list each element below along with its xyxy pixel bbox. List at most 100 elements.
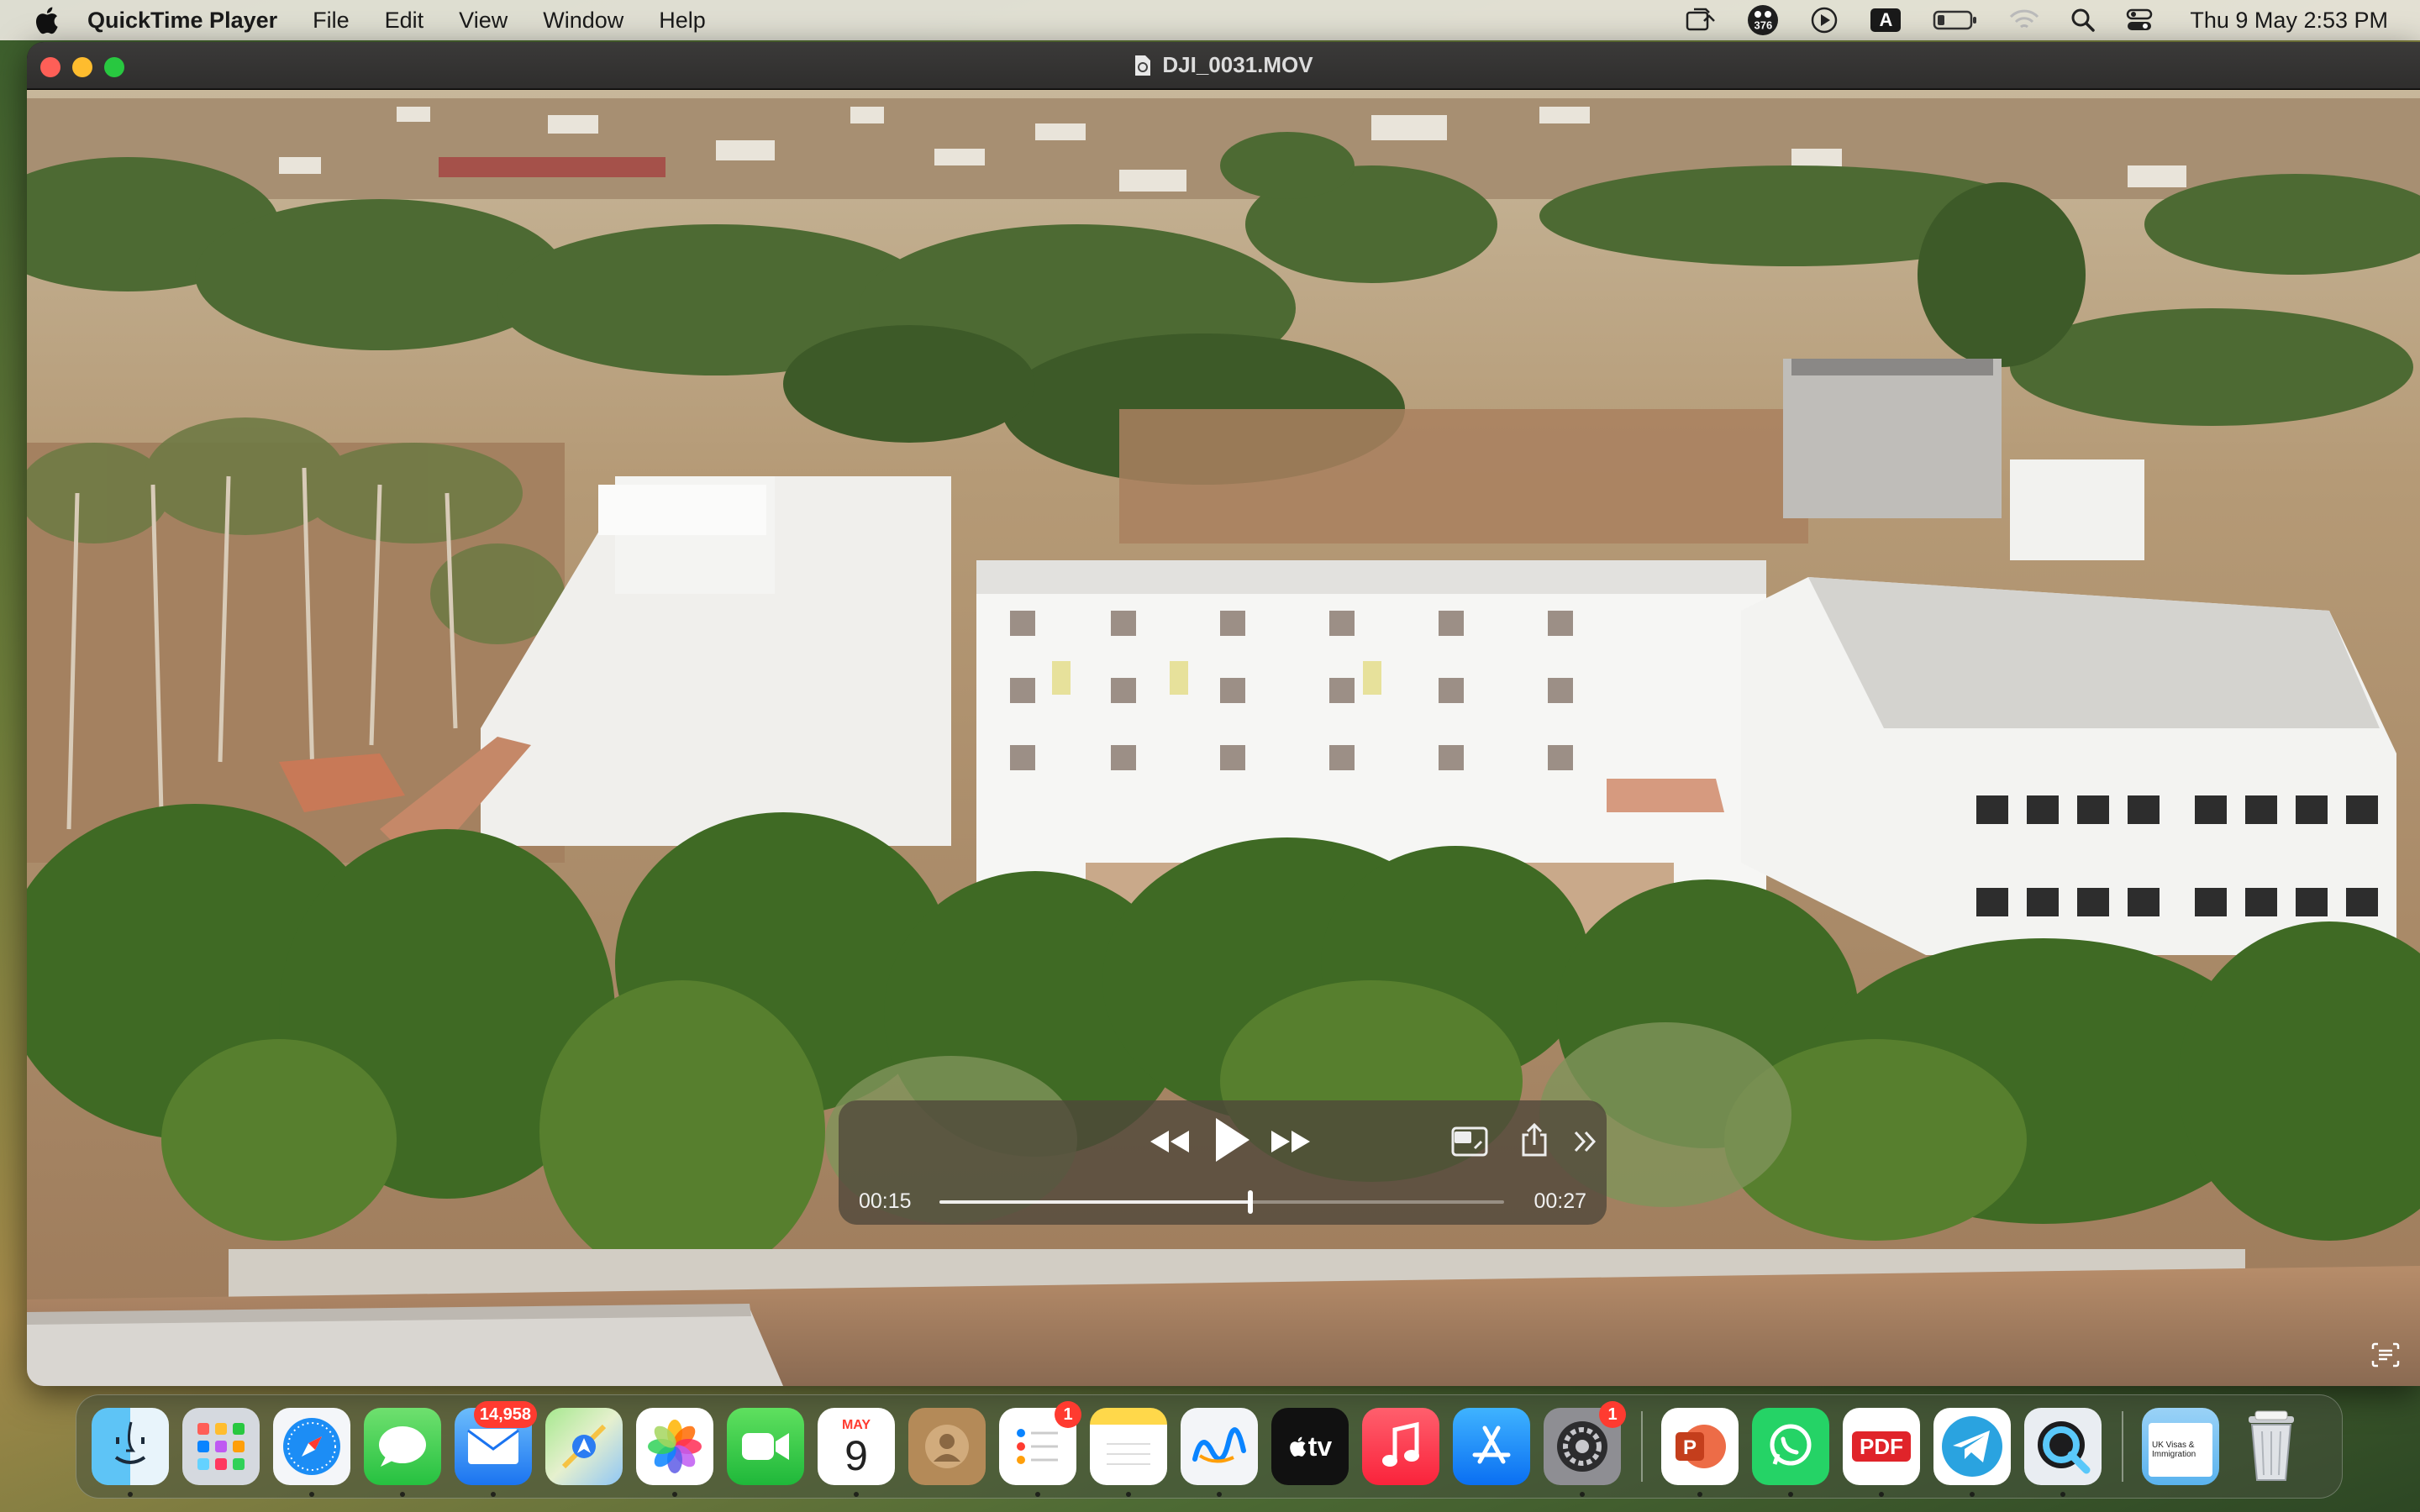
running-indicator — [1580, 1492, 1585, 1497]
playback-controls: 00:15 00:27 — [839, 1100, 1607, 1225]
dock-contacts[interactable] — [908, 1408, 986, 1485]
window-titlebar[interactable]: DJI_0031.MOV — [27, 42, 2420, 89]
quicktime-q-icon — [2038, 1421, 2091, 1474]
running-indicator — [1788, 1492, 1793, 1497]
dock-powerpoint[interactable]: P — [1661, 1408, 1739, 1497]
running-indicator — [309, 1492, 314, 1497]
photos-flower-icon — [648, 1420, 702, 1473]
wifi-icon[interactable] — [2008, 8, 2040, 33]
music-note-icon — [1382, 1421, 1419, 1467]
freeform-squiggle-icon — [1192, 1427, 1246, 1463]
keyboard-letter: A — [1879, 9, 1893, 30]
dock-separator-2 — [2122, 1411, 2123, 1482]
menu-help[interactable]: Help — [659, 8, 706, 34]
movie-document-icon — [1135, 55, 1151, 76]
notes-lines-icon — [1107, 1443, 1150, 1465]
elapsed-time: 00:15 — [859, 1189, 912, 1213]
dock-telegram[interactable] — [1933, 1408, 2011, 1497]
dock-messages[interactable] — [364, 1408, 441, 1497]
dock-safari[interactable] — [273, 1408, 350, 1497]
apple-logo-icon — [1289, 1436, 1306, 1457]
fullscreen-window-button[interactable] — [104, 57, 124, 77]
contacts-person-icon — [925, 1425, 969, 1468]
dock-pdf-app[interactable]: PDF — [1843, 1408, 1920, 1497]
gear-icon — [1557, 1421, 1607, 1472]
rewind-button[interactable] — [1146, 1122, 1193, 1161]
more-options-chevron-icon[interactable] — [1570, 1122, 1600, 1161]
whatsapp-phone-icon — [1770, 1424, 1812, 1466]
powerpoint-icon: P — [1676, 1425, 1726, 1468]
fast-forward-button[interactable] — [1267, 1122, 1314, 1161]
running-indicator — [854, 1492, 859, 1497]
finder-face-icon — [114, 1421, 146, 1464]
menu-file[interactable]: File — [313, 8, 350, 34]
dock-system-settings[interactable]: 1 — [1544, 1401, 1626, 1497]
safari-compass-icon — [283, 1418, 340, 1475]
dock-freeform[interactable] — [1181, 1408, 1258, 1497]
running-indicator — [491, 1492, 496, 1497]
dock-apple-tv[interactable]: tv — [1271, 1408, 1349, 1485]
live-text-icon[interactable] — [2371, 1342, 2400, 1368]
status-badge-count: 376 — [1754, 18, 1773, 32]
keyboard-input-icon[interactable]: A — [1869, 7, 1902, 34]
running-indicator — [1217, 1492, 1222, 1497]
battery-icon[interactable] — [1933, 8, 1978, 32]
tv-label: tv — [1307, 1431, 1333, 1462]
dock-folder-uk-visas[interactable]: UK Visas & Immigration — [2142, 1408, 2219, 1485]
menu-window[interactable]: Window — [543, 8, 623, 34]
running-indicator — [1879, 1492, 1884, 1497]
menu-app-name[interactable]: QuickTime Player — [87, 8, 277, 34]
scrubber-progress — [939, 1200, 1250, 1204]
telegram-plane-icon — [1942, 1416, 2002, 1477]
status-area: 376 A Thu 9 May 2:53 PM — [1652, 0, 2388, 40]
picture-in-picture-icon[interactable] — [1449, 1124, 1491, 1159]
play-button[interactable] — [1205, 1112, 1259, 1168]
video-frame[interactable]: 00:15 00:27 — [27, 90, 2420, 1386]
mail-envelope-icon — [467, 1429, 519, 1464]
menu-view[interactable]: View — [459, 8, 508, 34]
svg-text:P: P — [1683, 1436, 1697, 1459]
apple-menu-icon[interactable] — [34, 6, 59, 34]
folder-document-label: UK Visas & Immigration — [2152, 1441, 2196, 1459]
dock-finder[interactable] — [92, 1408, 169, 1497]
mail-unread-badge: 14,958 — [473, 1401, 537, 1428]
control-center-icon[interactable] — [2126, 8, 2153, 33]
dock-maps[interactable] — [545, 1408, 623, 1485]
scrubber-track[interactable] — [939, 1190, 1504, 1214]
settings-badge: 1 — [1599, 1401, 1626, 1428]
dock-separator — [1641, 1411, 1643, 1482]
maps-arrow-icon — [561, 1424, 607, 1469]
sync-icon[interactable] — [1682, 6, 1716, 34]
spotlight-search-icon[interactable] — [2070, 8, 2096, 33]
dock-trash[interactable] — [2233, 1408, 2310, 1485]
dock-notes[interactable] — [1090, 1408, 1167, 1497]
app-store-a-icon — [1472, 1425, 1511, 1464]
dock: 14,958 MAY 9 1 tv 1 P PDF UK Visas & Imm… — [76, 1394, 2343, 1499]
dock-reminders[interactable]: 1 — [999, 1401, 1081, 1497]
pdf-label: PDF — [1860, 1433, 1903, 1459]
running-indicator — [1035, 1492, 1040, 1497]
dock-app-store[interactable] — [1453, 1408, 1530, 1485]
reminders-badge: 1 — [1055, 1401, 1081, 1428]
dock-calendar[interactable]: MAY 9 — [818, 1408, 895, 1497]
scrubber-playhead[interactable] — [1247, 1190, 1253, 1214]
dock-facetime[interactable] — [727, 1408, 804, 1485]
launchpad-grid-icon — [197, 1423, 245, 1470]
menubar-clock[interactable]: Thu 9 May 2:53 PM — [2190, 8, 2388, 34]
running-indicator — [1126, 1492, 1131, 1497]
counter-badge-icon[interactable]: 376 — [1746, 3, 1780, 37]
close-window-button[interactable] — [40, 57, 60, 77]
dock-photos[interactable] — [636, 1408, 713, 1497]
minimize-window-button[interactable] — [72, 57, 92, 77]
dock-music[interactable] — [1362, 1408, 1439, 1485]
reminders-list-icon — [1017, 1429, 1058, 1464]
menu-edit[interactable]: Edit — [385, 8, 424, 34]
dock-whatsapp[interactable] — [1752, 1408, 1829, 1497]
window-title-group: DJI_0031.MOV — [1134, 52, 1313, 78]
calendar-day: 9 — [844, 1432, 868, 1479]
dock-quicktime-player[interactable] — [2024, 1408, 2102, 1497]
dock-launchpad[interactable] — [182, 1408, 260, 1485]
play-circle-icon[interactable] — [1810, 6, 1839, 34]
dock-mail[interactable]: 14,958 — [455, 1401, 537, 1497]
share-icon[interactable] — [1518, 1119, 1551, 1161]
